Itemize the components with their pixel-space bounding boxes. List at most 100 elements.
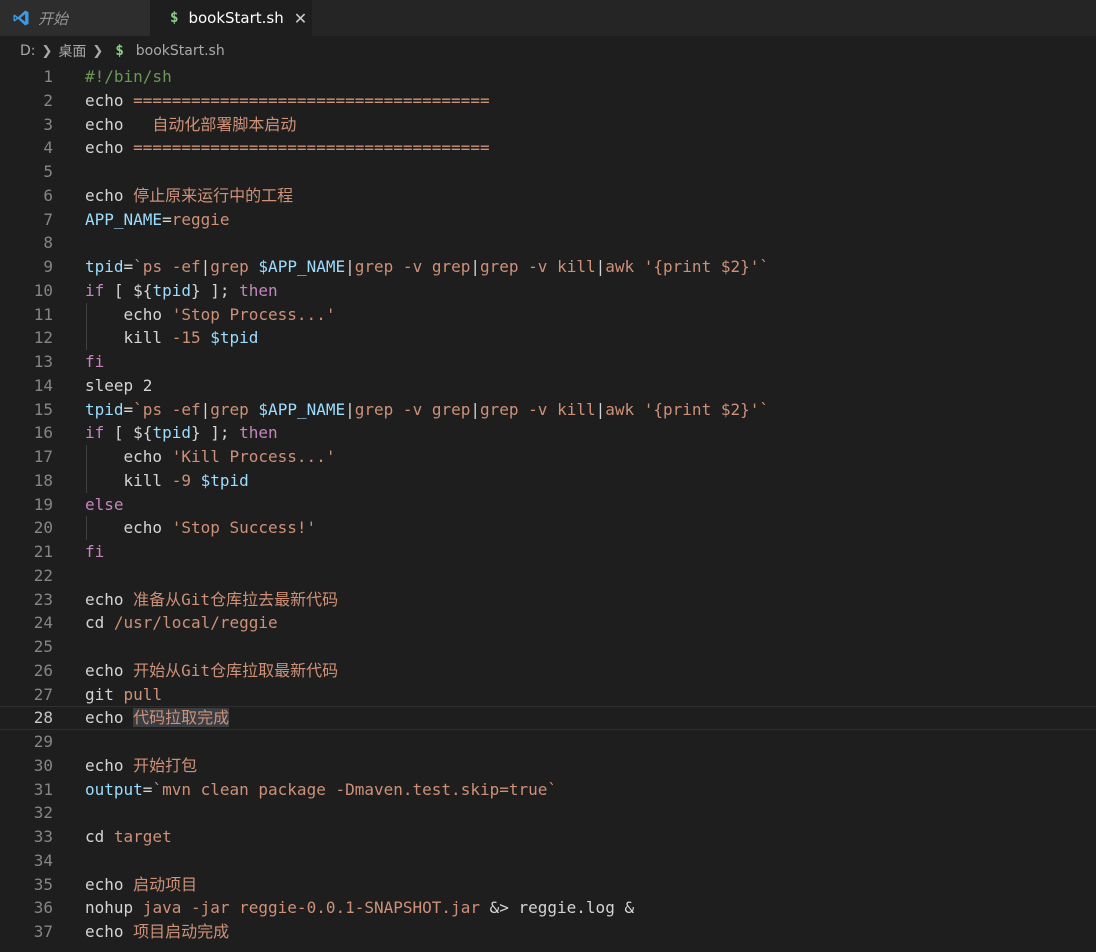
code-line[interactable]: 33 cd target bbox=[0, 825, 1096, 849]
code-token: echo bbox=[85, 518, 163, 538]
code-text: echo 启动项目 bbox=[85, 873, 197, 897]
code-text: echo 'Kill Process...' bbox=[85, 445, 336, 469]
code-token: fi bbox=[85, 352, 105, 371]
code-line[interactable]: 25 bbox=[0, 635, 1096, 659]
code-text: git pull bbox=[85, 683, 162, 707]
code-token: echo bbox=[85, 589, 124, 609]
code-line[interactable]: 22 bbox=[0, 564, 1096, 588]
code-text: echo 自动化部署脚本启动 bbox=[85, 113, 296, 137]
code-line[interactable]: 31 output=`mvn clean package -Dmaven.test… bbox=[0, 778, 1096, 802]
code-token: | bbox=[470, 399, 480, 419]
code-line[interactable]: 8 bbox=[0, 231, 1096, 255]
code-line[interactable]: 6 echo 停止原来运行中的工程 bbox=[0, 184, 1096, 208]
code-token: } bbox=[190, 423, 201, 443]
line-number: 13 bbox=[33, 352, 53, 371]
code-token: 'Stop Success!' bbox=[162, 518, 317, 538]
code-line[interactable]: 24 cd /usr/local/reggie bbox=[0, 611, 1096, 635]
code-line[interactable]: 10 if [ ${tpid} ]; then bbox=[0, 279, 1096, 303]
line-number: 11 bbox=[33, 304, 53, 324]
code-token: ${ bbox=[133, 280, 153, 300]
code-line[interactable]: 23 echo 准备从Git仓库拉去最新代码 bbox=[0, 588, 1096, 612]
code-token: reggie bbox=[171, 209, 230, 229]
code-token: 准备从Git仓库拉去最新代码 bbox=[123, 589, 339, 609]
code-token: $tpid bbox=[210, 328, 259, 348]
code-line[interactable]: 4 echo ==================================… bbox=[0, 136, 1096, 160]
code-token: grep bbox=[210, 257, 259, 276]
code-text: echo 开始从Git仓库拉取最新代码 bbox=[85, 659, 338, 683]
line-number: 19 bbox=[33, 494, 53, 514]
code-line[interactable]: 14 sleep 2 bbox=[0, 374, 1096, 398]
tab-welcome[interactable]: 开始 bbox=[0, 0, 150, 36]
code-text: echo ===================================… bbox=[85, 136, 490, 160]
code-line[interactable]: 3 echo 自动化部署脚本启动 bbox=[0, 113, 1096, 137]
tab-bar: 开始 $ bookStart.sh ✕ bbox=[0, 0, 1096, 36]
code-text: kill -15 $tpid bbox=[85, 326, 259, 350]
code-token: | bbox=[200, 399, 211, 419]
code-line[interactable]: 30 echo 开始打包 bbox=[0, 754, 1096, 778]
code-line[interactable]: 17 echo 'Kill Process...' bbox=[0, 445, 1096, 469]
code-line[interactable]: 15 tpid=`ps -ef|grep $APP_NAME|grep -v gr… bbox=[0, 398, 1096, 422]
code-token: fi bbox=[85, 542, 105, 561]
code-token: grep -v grep bbox=[354, 399, 471, 419]
close-icon[interactable]: ✕ bbox=[294, 9, 307, 28]
code-line[interactable]: 16 if [ ${tpid} ]; then bbox=[0, 421, 1096, 445]
line-number: 30 bbox=[33, 755, 53, 775]
code-token: echo bbox=[85, 447, 163, 466]
code-line[interactable]: 20 echo 'Stop Success!' bbox=[0, 516, 1096, 540]
code-line[interactable]: 2 echo ==================================… bbox=[0, 89, 1096, 113]
code-token: } bbox=[190, 280, 201, 300]
code-line[interactable]: 27 git pull bbox=[0, 683, 1096, 707]
line-number: 17 bbox=[33, 447, 53, 466]
code-text: kill -9 $tpid bbox=[85, 469, 249, 493]
code-token: tpid bbox=[152, 423, 191, 443]
code-token: tpid bbox=[85, 257, 124, 276]
line-number: 3 bbox=[43, 114, 53, 134]
breadcrumb-folder[interactable]: 桌面 bbox=[58, 41, 86, 61]
code-line[interactable]: 12 kill -15 $tpid bbox=[0, 326, 1096, 350]
code-token: if bbox=[85, 423, 105, 443]
line-number: 32 bbox=[33, 803, 53, 823]
code-text: tpid=`ps -ef|grep $APP_NAME|grep -v grep… bbox=[85, 255, 769, 279]
code-line[interactable]: 21 fi bbox=[0, 540, 1096, 564]
code-line[interactable]: 28 echo 代码拉取完成 bbox=[0, 706, 1096, 730]
code-token: 开始打包 bbox=[123, 755, 198, 775]
code-line[interactable]: 9 tpid=`ps -ef|grep $APP_NAME|grep -v gre… bbox=[0, 255, 1096, 279]
code-line[interactable]: 11 echo 'Stop Process...' bbox=[0, 302, 1096, 327]
code-line[interactable]: 19 else bbox=[0, 493, 1096, 517]
code-line[interactable]: 35 echo 启动项目 bbox=[0, 873, 1096, 897]
code-line[interactable]: 26 echo 开始从Git仓库拉取最新代码 bbox=[0, 659, 1096, 683]
code-token: ]; bbox=[200, 280, 240, 300]
code-line[interactable]: 32 bbox=[0, 801, 1096, 825]
code-line[interactable]: 5 bbox=[0, 160, 1096, 184]
line-number: 35 bbox=[33, 874, 53, 894]
code-token: -15 bbox=[162, 328, 211, 348]
code-line[interactable]: 29 bbox=[0, 730, 1096, 754]
code-token: ===================================== bbox=[123, 138, 490, 158]
line-number: 9 bbox=[43, 257, 53, 276]
breadcrumb-drive[interactable]: D: bbox=[20, 43, 36, 59]
code-token: target bbox=[104, 827, 172, 846]
code-token: `mvn clean package -Dmaven.test.skip=tru… bbox=[152, 779, 558, 799]
code-token: then bbox=[239, 423, 278, 443]
code-token: 代码拉取完成 bbox=[133, 708, 230, 728]
tab-bookstart[interactable]: $ bookStart.sh ✕ bbox=[150, 0, 312, 36]
code-token: echo bbox=[85, 185, 124, 205]
breadcrumb-file[interactable]: bookStart.sh bbox=[136, 43, 225, 59]
code-editor[interactable]: 1 #!/bin/sh 2 echo ========================… bbox=[0, 65, 1096, 952]
code-token: ===================================== bbox=[123, 90, 490, 110]
code-line[interactable]: 18 kill -9 $tpid bbox=[0, 468, 1096, 493]
code-line[interactable]: 1 #!/bin/sh bbox=[0, 65, 1096, 89]
code-text: echo 准备从Git仓库拉去最新代码 bbox=[85, 588, 338, 612]
code-line[interactable]: 34 bbox=[0, 849, 1096, 873]
code-text: fi bbox=[85, 540, 104, 564]
code-line[interactable]: 37 echo 项目启动完成 bbox=[0, 920, 1096, 944]
code-token: grep bbox=[210, 399, 259, 419]
line-number: 10 bbox=[33, 280, 53, 300]
code-token: 项目启动完成 bbox=[123, 922, 230, 941]
code-line[interactable]: 7 APP_NAME=reggie bbox=[0, 208, 1096, 232]
line-number: 1 bbox=[43, 67, 53, 86]
code-line[interactable]: 36 nohup java -jar reggie-0.0.1-SNAPSHOT.… bbox=[0, 896, 1096, 920]
code-token: tpid bbox=[152, 280, 191, 300]
code-line[interactable]: 13 fi bbox=[0, 350, 1096, 374]
line-number: 6 bbox=[43, 185, 53, 205]
